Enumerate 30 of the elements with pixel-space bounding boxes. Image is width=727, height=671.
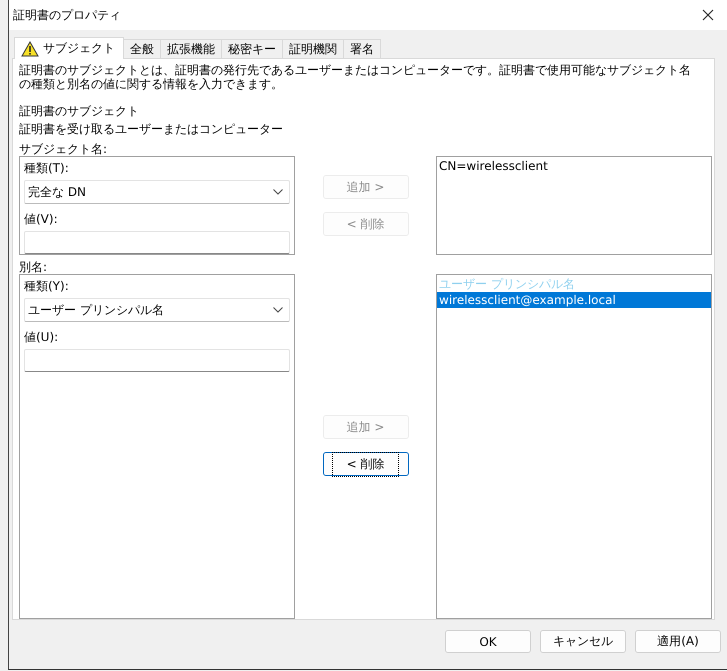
field-label: 種類(T):: [24, 161, 70, 176]
group-label: サブジェクト名:: [19, 143, 108, 156]
tab[interactable]: 秘密キー: [221, 39, 283, 58]
input-field[interactable]: [24, 349, 290, 372]
remove-button[interactable]: < 削除: [322, 452, 408, 476]
group-label: 別名:: [19, 261, 48, 274]
field-label: 値(V):: [24, 212, 59, 227]
tab[interactable]: 署名: [343, 39, 381, 58]
list-item[interactable]: wirelessclient@example.local: [437, 292, 711, 308]
window-title: 証明書のプロパティ: [13, 6, 121, 24]
tab[interactable]: 証明機関: [282, 39, 344, 58]
dialog-button[interactable]: キャンセル: [540, 630, 626, 653]
field-label: 種類(Y):: [24, 279, 70, 294]
chevron-down-icon: [273, 307, 283, 313]
description-text: 証明書のサブジェクトとは、証明書の発行先であるユーザーまたはコンピューターです。証明書で使用可能なサブジェクト名の種類と別名の値に関する情報を入力できます。: [19, 63, 692, 91]
warning-icon: [21, 40, 39, 56]
section-subtitle: 証明書を受け取るユーザーまたはコンピューター: [19, 121, 284, 137]
list-item[interactable]: CN=wirelessclient: [437, 158, 711, 174]
tab[interactable]: サブジェクト: [14, 37, 124, 59]
close-icon: [702, 9, 714, 21]
input-field[interactable]: [24, 231, 290, 254]
field-label: 値(U):: [24, 330, 60, 345]
dialog-button[interactable]: 適用(A): [635, 630, 721, 653]
chevron-down-icon: [273, 189, 283, 195]
dialog-button[interactable]: OK: [445, 630, 531, 653]
section-title: 証明書のサブジェクト: [19, 103, 140, 119]
dropdown[interactable]: 完全な DN: [24, 180, 290, 204]
dropdown[interactable]: ユーザー プリンシパル名: [24, 298, 290, 322]
list-group-header: ユーザー プリンシパル名: [438, 276, 576, 292]
tab[interactable]: 拡張機能: [160, 39, 222, 58]
